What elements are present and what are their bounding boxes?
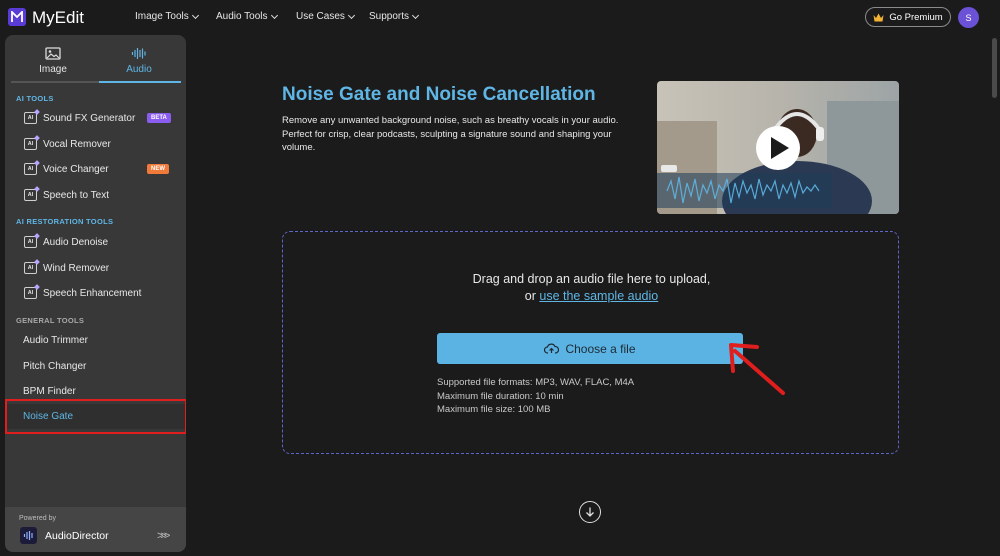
section-heading-general-tools: GENERAL TOOLS xyxy=(16,316,85,325)
drop-instruction-line2: or use the sample audio xyxy=(283,289,900,303)
nav-image-tools-label: Image Tools xyxy=(135,11,189,22)
sidebar-item-pitch-changer[interactable]: Pitch Changer xyxy=(5,355,186,377)
tab-audio[interactable]: Audio xyxy=(99,41,179,81)
max-size-text: Maximum file size: 100 MB xyxy=(437,404,551,415)
demo-video-thumbnail[interactable] xyxy=(657,81,899,214)
drop-instruction-line1: Drag and drop an audio file here to uplo… xyxy=(472,272,711,286)
tab-active-indicator xyxy=(99,81,181,83)
nav-use-cases-label: Use Cases xyxy=(296,11,345,22)
user-avatar[interactable]: S xyxy=(958,7,979,28)
powered-by-panel[interactable]: Powered by AudioDirector >>> xyxy=(5,507,186,552)
chevron-down-icon xyxy=(270,11,278,19)
sidebar-item-sound-fx-generator[interactable]: AI Sound FX Generator BETA xyxy=(5,107,186,129)
supported-formats-text: Supported file formats: MP3, WAV, FLAC, … xyxy=(437,377,635,388)
tab-image-label: Image xyxy=(39,64,67,75)
tab-audio-label: Audio xyxy=(126,64,152,75)
upload-requirements: Supported file formats: MP3, WAV, FLAC, … xyxy=(437,376,634,417)
scroll-down-button[interactable] xyxy=(579,501,601,523)
ai-tool-icon: AI xyxy=(24,236,37,248)
page-title: Noise Gate and Noise Cancellation xyxy=(282,84,596,105)
sidebar-item-vocal-remover[interactable]: AI Vocal Remover xyxy=(5,133,186,155)
sidebar-item-label: Voice Changer xyxy=(43,163,109,175)
cloud-upload-icon xyxy=(544,343,560,354)
page-description: Remove any unwanted background noise, su… xyxy=(282,115,619,153)
nav-audio-tools[interactable]: Audio Tools xyxy=(216,11,278,22)
tab-image[interactable]: Image xyxy=(13,41,93,81)
nav-supports[interactable]: Supports xyxy=(369,11,420,22)
tab-divider xyxy=(11,81,99,83)
page-scrollbar-thumb[interactable] xyxy=(992,38,997,98)
sidebar-item-speech-to-text[interactable]: AI Speech to Text xyxy=(5,184,186,206)
audio-wave-icon xyxy=(131,48,146,59)
ai-tool-icon: AI xyxy=(24,287,37,299)
nav-audio-tools-label: Audio Tools xyxy=(216,11,268,22)
nav-image-tools[interactable]: Image Tools xyxy=(135,11,199,22)
beta-badge: BETA xyxy=(147,113,171,123)
sidebar-item-label: Pitch Changer xyxy=(23,360,87,372)
chevron-down-icon xyxy=(411,11,420,19)
sidebar-item-label: Speech Enhancement xyxy=(43,287,142,299)
drop-or-text: or xyxy=(524,289,536,303)
sidebar-item-label: Speech to Text xyxy=(43,189,109,201)
sidebar-item-label: Sound FX Generator xyxy=(43,112,136,124)
image-icon xyxy=(45,47,61,60)
use-sample-audio-link[interactable]: use the sample audio xyxy=(539,289,658,303)
double-chevron-right-icon[interactable]: >>> xyxy=(157,530,170,542)
sidebar-item-label: Wind Remover xyxy=(43,262,110,274)
go-premium-label: Go Premium xyxy=(889,11,943,23)
sidebar-item-audio-denoise[interactable]: AI Audio Denoise xyxy=(5,231,186,253)
audiodirector-name: AudioDirector xyxy=(45,530,109,542)
highlight-annotation-box xyxy=(5,399,186,434)
ai-tool-icon: AI xyxy=(24,163,37,175)
ai-tool-icon: AI xyxy=(24,189,37,201)
chevron-down-icon xyxy=(347,11,355,19)
new-badge: NEW xyxy=(147,164,169,174)
go-premium-button[interactable]: Go Premium xyxy=(865,7,951,27)
top-navigation-bar: MyEdit Image Tools Audio Tools Use Cases… xyxy=(0,0,1000,35)
brand-name[interactable]: MyEdit xyxy=(32,8,84,28)
sidebar-item-speech-enhancement[interactable]: AI Speech Enhancement xyxy=(5,282,186,304)
sidebar-item-wind-remover[interactable]: AI Wind Remover xyxy=(5,257,186,279)
choose-file-button[interactable]: Choose a file xyxy=(437,333,743,364)
sidebar-item-label: Audio Trimmer xyxy=(23,334,89,346)
sidebar-item-label: BPM Finder xyxy=(23,385,76,397)
audiodirector-logo-icon xyxy=(20,527,37,544)
sidebar: Image Audio AI TOOLS AI Sound FX Generat… xyxy=(5,35,186,552)
section-heading-ai-restoration: AI RESTORATION TOOLS xyxy=(16,217,114,226)
powered-by-label: Powered by xyxy=(19,515,56,522)
myedit-logo-icon[interactable] xyxy=(8,8,26,26)
sidebar-item-audio-trimmer[interactable]: Audio Trimmer xyxy=(5,329,186,351)
chevron-down-icon xyxy=(191,11,199,19)
sidebar-item-label: Audio Denoise xyxy=(43,236,109,248)
ai-tool-icon: AI xyxy=(24,262,37,274)
nav-supports-label: Supports xyxy=(369,11,410,22)
ai-tool-icon: AI xyxy=(24,112,37,124)
max-duration-text: Maximum file duration: 10 min xyxy=(437,390,564,402)
choose-file-label: Choose a file xyxy=(565,341,636,356)
nav-use-cases[interactable]: Use Cases xyxy=(296,11,355,22)
red-arrow-annotation-icon xyxy=(729,343,785,395)
arrow-down-icon xyxy=(586,507,594,517)
crown-icon xyxy=(873,13,884,21)
section-heading-ai-tools: AI TOOLS xyxy=(16,94,54,103)
sidebar-item-voice-changer[interactable]: AI Voice Changer NEW xyxy=(5,158,186,180)
sidebar-item-label: Vocal Remover xyxy=(43,138,111,150)
page-scrollbar-track[interactable] xyxy=(990,35,1000,556)
ai-tool-icon: AI xyxy=(24,138,37,150)
